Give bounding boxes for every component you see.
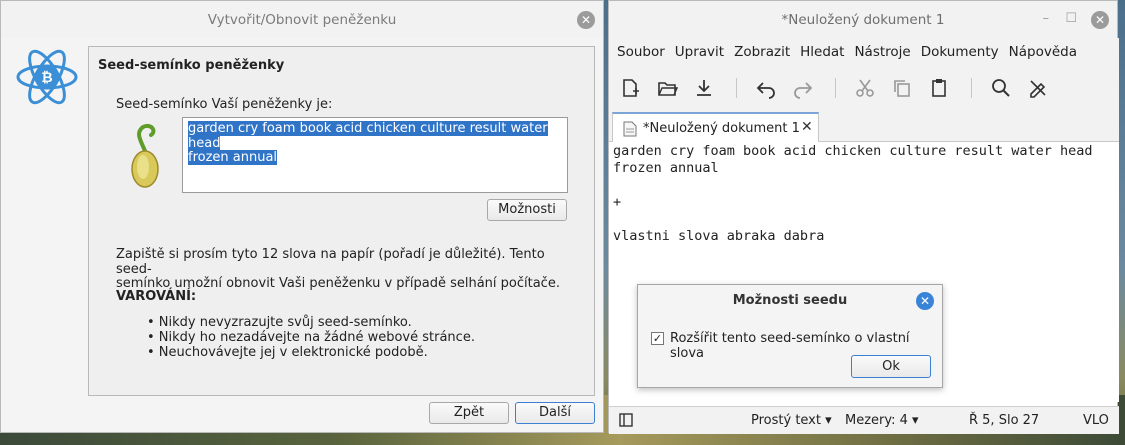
cut-icon[interactable]	[854, 77, 876, 99]
dialog-close-button[interactable]: ✕	[916, 292, 934, 310]
copy-icon[interactable]	[891, 77, 913, 99]
menu-dokumenty[interactable]: Dokumenty	[921, 44, 999, 60]
side-panel-icon[interactable]	[619, 413, 633, 427]
toolbar-separator	[971, 78, 972, 98]
paste-icon[interactable]	[928, 77, 950, 99]
toolbar-separator	[835, 78, 836, 98]
menu-soubor[interactable]: Soubor	[617, 44, 665, 60]
cursor-position: Ř 5, Slo 27	[969, 413, 1040, 428]
search-icon[interactable]	[990, 77, 1012, 99]
seed-options-dialog: Možnosti seedu ✕ ✓ Rozšířit tento seed-s…	[637, 284, 943, 388]
new-document-icon[interactable]	[619, 77, 641, 99]
extend-seed-checkbox[interactable]: ✓	[651, 332, 664, 345]
dialog-title: Možnosti seedu	[732, 293, 848, 308]
document-tab[interactable]: *Neuložený dokument 1 ✕	[612, 112, 819, 143]
wizard-titlebar: Vytvořit/Obnovit peněženku ✕	[1, 1, 603, 38]
tab-bar: *Neuložený dokument 1 ✕	[609, 110, 1119, 143]
redo-icon[interactable]	[792, 77, 814, 99]
wizard-close-button[interactable]: ✕	[577, 11, 595, 29]
text-line: +	[613, 194, 622, 210]
tab-close-icon[interactable]: ✕	[801, 119, 813, 135]
editor-close-button[interactable]: ✕	[1091, 11, 1109, 29]
tab-label: *Neuložený dokument 1	[643, 121, 800, 136]
document-icon	[623, 121, 637, 137]
undo-icon[interactable]	[755, 77, 777, 99]
svg-text:₿: ₿	[41, 70, 52, 86]
warning-bullet: • Neuchovávejte jej v elektronické podob…	[147, 345, 428, 360]
text-line: vlastni slova abraka dabra	[613, 228, 825, 244]
menu-zobrazit[interactable]: Zobrazit	[734, 44, 790, 60]
text-line: frozen annual	[613, 160, 719, 176]
ok-button[interactable]: Ok	[851, 355, 931, 378]
wallet-wizard-window: Vytvořit/Obnovit peněženku ✕ ₿ Seed-semí…	[0, 0, 604, 433]
seed-sprout-icon	[131, 124, 159, 188]
toolbar-separator	[736, 78, 737, 98]
seed-text-area[interactable]: garden cry foam book acid chicken cultur…	[182, 117, 568, 193]
options-button[interactable]: Možnosti	[487, 199, 567, 221]
wizard-title: Vytvořit/Obnovit peněženku	[207, 11, 397, 28]
next-button[interactable]: Další	[515, 402, 595, 424]
editor-title: *Neuložený dokument 1	[781, 11, 945, 28]
seed-group-title: Seed-semínko peněženky	[98, 58, 285, 73]
instructions-line-1: Zapiště si prosím tyto 12 slova na papír…	[116, 247, 545, 277]
toolbar	[609, 66, 1119, 110]
seed-text-line2: frozen annual	[188, 150, 278, 165]
text-line: garden cry foam book acid chicken cultur…	[613, 143, 1093, 159]
menu-bar: Soubor Upravit Zobrazit Hledat Nástroje …	[609, 38, 1119, 66]
editor-titlebar: *Neuložený dokument 1 – ☐ ✕	[609, 1, 1117, 38]
language-label: Prostý text	[751, 413, 821, 428]
text-line	[613, 211, 1115, 228]
insert-mode: VLO	[1083, 413, 1109, 428]
spaces-label: Mezery: 4	[845, 413, 908, 428]
open-folder-icon[interactable]	[656, 77, 678, 99]
warning-title: VAROVÁNÍ:	[116, 289, 197, 304]
warning-bullet: • Nikdy nevyzrazujte svůj seed-semínko.	[147, 315, 412, 330]
back-button[interactable]: Zpět	[429, 402, 509, 424]
save-download-icon[interactable]	[693, 77, 715, 99]
instructions-text: Zapiště si prosím tyto 12 slova na papír…	[116, 247, 576, 292]
electrum-logo-icon: ₿	[16, 49, 78, 105]
warning-bullet: • Nikdy ho nezadávejte na žádné webové s…	[147, 330, 475, 345]
menu-nastroje[interactable]: Nástroje	[854, 44, 910, 60]
status-bar: Prostý text ▾ Mezery: 4 ▾ Ř 5, Slo 27 VL…	[609, 406, 1119, 434]
minimize-icon[interactable]: –	[1043, 11, 1050, 26]
maximize-icon[interactable]: ☐	[1065, 11, 1077, 26]
menu-napoveda[interactable]: Nápověda	[1009, 44, 1077, 60]
text-line	[613, 177, 1115, 194]
seed-label: Seed-semínko Vaší peněženky je:	[116, 97, 333, 112]
spellcheck-icon[interactable]	[1027, 77, 1049, 99]
language-selector[interactable]: Prostý text ▾	[751, 413, 832, 428]
seed-text-line1: garden cry foam book acid chicken cultur…	[188, 121, 548, 151]
spaces-selector[interactable]: Mezery: 4 ▾	[845, 413, 919, 428]
menu-upravit[interactable]: Upravit	[675, 44, 724, 60]
seed-group-box: Seed-semínko peněženky Seed-semínko Vaší…	[88, 46, 595, 396]
menu-hledat[interactable]: Hledat	[800, 44, 844, 60]
